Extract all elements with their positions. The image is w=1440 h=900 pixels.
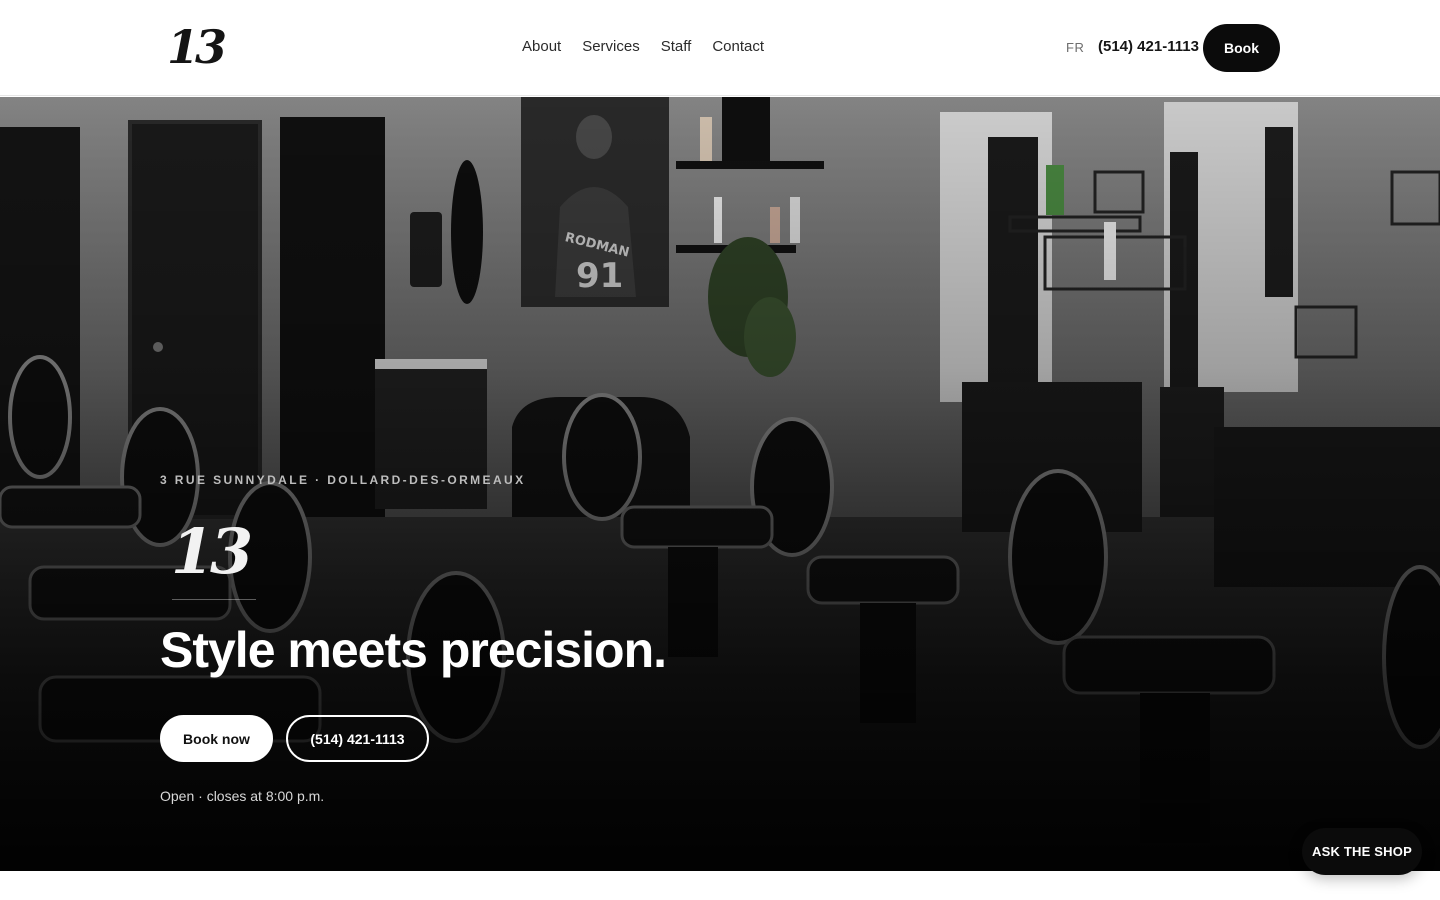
site-header: 13 About Services Staff Contact FR (514)… bbox=[0, 0, 1440, 96]
brand-logo[interactable]: 13 bbox=[166, 18, 227, 76]
brand-logo-mark: 13 bbox=[166, 20, 227, 74]
hero-address: 3 RUE SUNNYDALE · DOLLARD-DES-ORMEAUX bbox=[160, 473, 526, 487]
book-now-button[interactable]: Book now bbox=[160, 715, 273, 762]
call-phone-button[interactable]: (514) 421-1113 bbox=[286, 715, 429, 762]
header-book-button[interactable]: Book bbox=[1203, 24, 1280, 72]
language-toggle[interactable]: FR bbox=[1066, 40, 1084, 55]
hero-logo: 13 bbox=[168, 511, 253, 593]
main-nav: About Services Staff Contact bbox=[522, 38, 785, 55]
hero-title: Style meets precision. bbox=[160, 622, 667, 678]
hero-logo-mark: 13 bbox=[170, 515, 253, 588]
nav-link-services[interactable]: Services bbox=[582, 38, 640, 55]
opening-status: Open · closes at 8:00 p.m. bbox=[160, 788, 325, 804]
hero-section: RODMAN 91 bbox=[0, 97, 1440, 871]
ask-the-shop-button[interactable]: ASK THE SHOP bbox=[1302, 828, 1422, 875]
header-phone-link[interactable]: (514) 421-1113 bbox=[1098, 38, 1199, 55]
hero-divider bbox=[172, 599, 256, 600]
nav-link-contact[interactable]: Contact bbox=[712, 38, 764, 55]
nav-link-about[interactable]: About bbox=[522, 38, 561, 55]
nav-link-staff[interactable]: Staff bbox=[661, 38, 692, 55]
